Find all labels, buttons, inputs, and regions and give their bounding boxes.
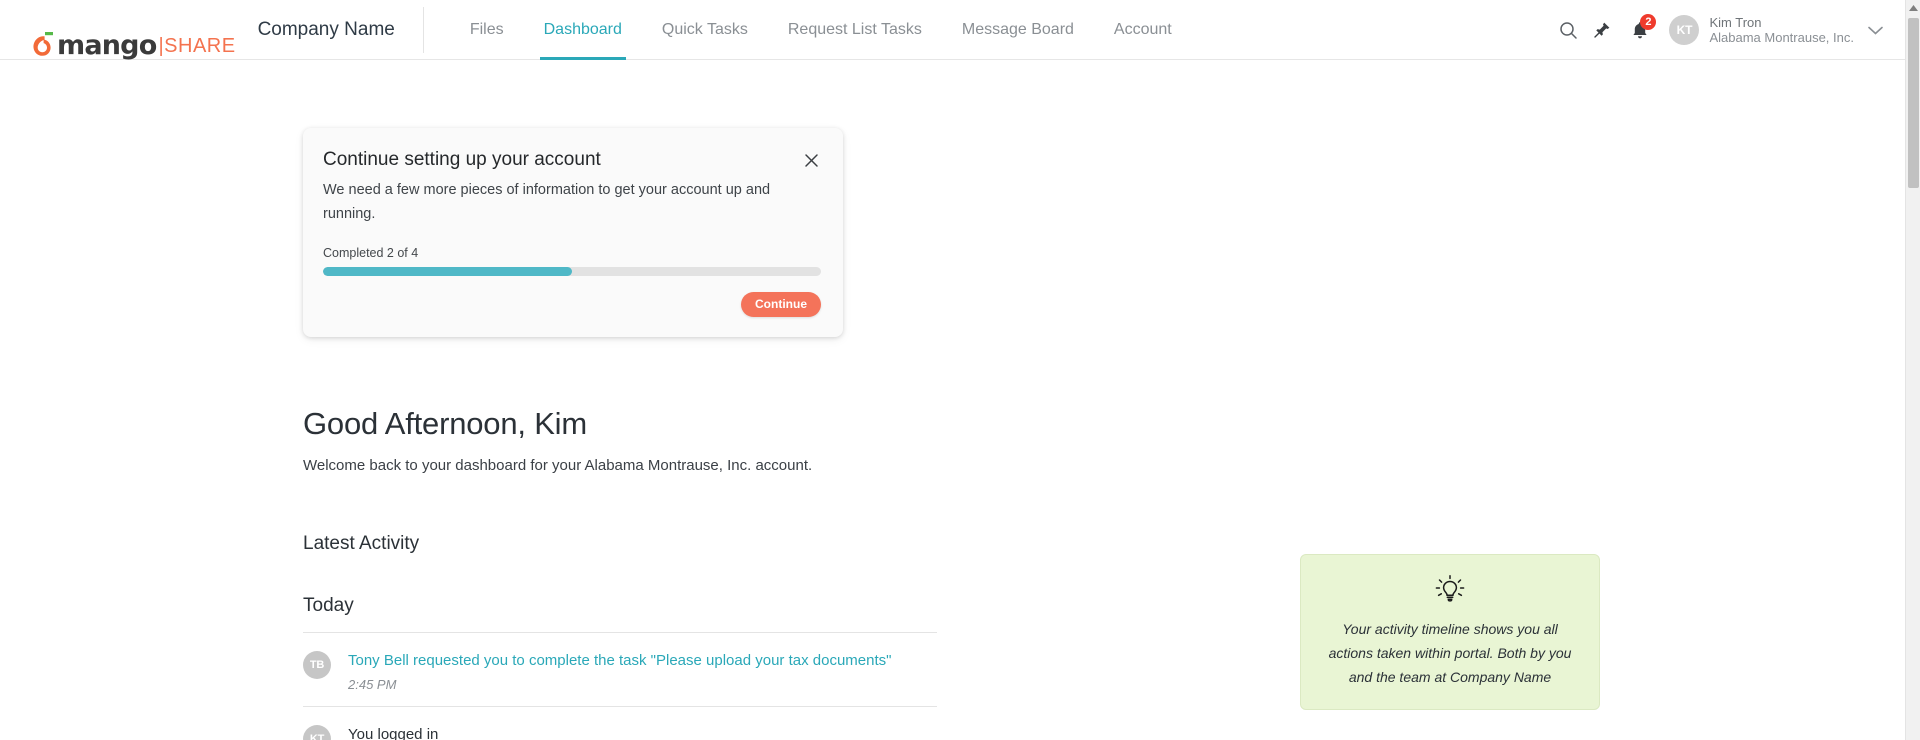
nav-item-dashboard[interactable]: Dashboard [524,0,642,60]
latest-activity-section: Latest Activity Today TB Tony Bell reque… [303,533,937,740]
activity-list: TB Tony Bell requested you to complete t… [303,632,937,740]
greeting-section: Good Afternoon, Kim Welcome back to your… [303,405,1203,476]
continue-button[interactable]: Continue [741,292,821,317]
setup-progress-label: Completed 2 of 4 [323,246,821,260]
company-name: Company Name [258,16,395,44]
bell-icon[interactable]: 2 [1623,13,1657,47]
list-item[interactable]: KT You logged in 2:40 PM [303,706,937,740]
brand-logo[interactable]: mango |SHARE [30,0,236,60]
account-setup-card: Continue setting up your account We need… [303,128,843,337]
activity-item-text[interactable]: Tony Bell requested you to complete the … [348,649,937,672]
scroll-up-icon[interactable] [1906,0,1920,15]
app-header: mango |SHARE Company Name Files Dashboar… [0,0,1905,60]
setup-progress-bar [323,267,821,276]
header-actions: 2 KT Kim Tron Alabama Montrause, Inc. [1551,0,1883,60]
setup-progress-fill [323,267,572,276]
activity-heading: Latest Activity [303,533,937,555]
mango-logo-icon [30,30,56,60]
activity-item-text: You logged in [348,723,937,740]
page-body: Continue setting up your account We need… [0,60,1905,740]
setup-card-actions: Continue [323,292,821,317]
brand-share: |SHARE [158,32,235,60]
avatar[interactable]: KT [1669,15,1699,45]
search-icon[interactable] [1551,13,1585,47]
nav-item-quick-tasks[interactable]: Quick Tasks [642,0,768,60]
notification-badge: 2 [1640,14,1656,30]
user-name: Kim Tron [1709,15,1854,30]
activity-tip-card: Your activity timeline shows you all act… [1300,554,1600,710]
nav-item-request-list-tasks[interactable]: Request List Tasks [768,0,942,60]
nav-item-message-board[interactable]: Message Board [942,0,1094,60]
chevron-down-icon[interactable] [1868,26,1883,35]
page-scrollbar[interactable] [1905,0,1920,740]
pin-icon[interactable] [1585,13,1619,47]
activity-item-body: Tony Bell requested you to complete the … [348,649,937,692]
list-item[interactable]: TB Tony Bell requested you to complete t… [303,632,937,706]
main-nav: Files Dashboard Quick Tasks Request List… [450,0,1192,60]
activity-item-body: You logged in 2:40 PM [348,723,937,740]
brand-word: mango [57,32,156,60]
setup-card-description: We need a few more pieces of information… [323,178,821,226]
close-icon[interactable] [801,150,821,170]
greeting-subtitle: Welcome back to your dashboard for your … [303,456,1203,476]
scrollbar-thumb[interactable] [1908,18,1919,188]
activity-day-label: Today [303,595,937,617]
header-divider [423,7,424,53]
avatar: TB [303,651,331,679]
avatar: KT [303,725,331,740]
lightbulb-icon [1319,573,1581,607]
nav-item-account[interactable]: Account [1094,0,1192,60]
user-organization: Alabama Montrause, Inc. [1709,30,1854,45]
nav-item-files[interactable]: Files [450,0,524,60]
activity-item-time: 2:45 PM [348,677,937,692]
user-info[interactable]: Kim Tron Alabama Montrause, Inc. [1709,15,1854,45]
setup-card-title: Continue setting up your account [323,148,601,172]
activity-tip-text: Your activity timeline shows you all act… [1319,617,1581,689]
setup-card-header: Continue setting up your account [323,148,821,172]
page-title: Good Afternoon, Kim [303,405,1203,443]
